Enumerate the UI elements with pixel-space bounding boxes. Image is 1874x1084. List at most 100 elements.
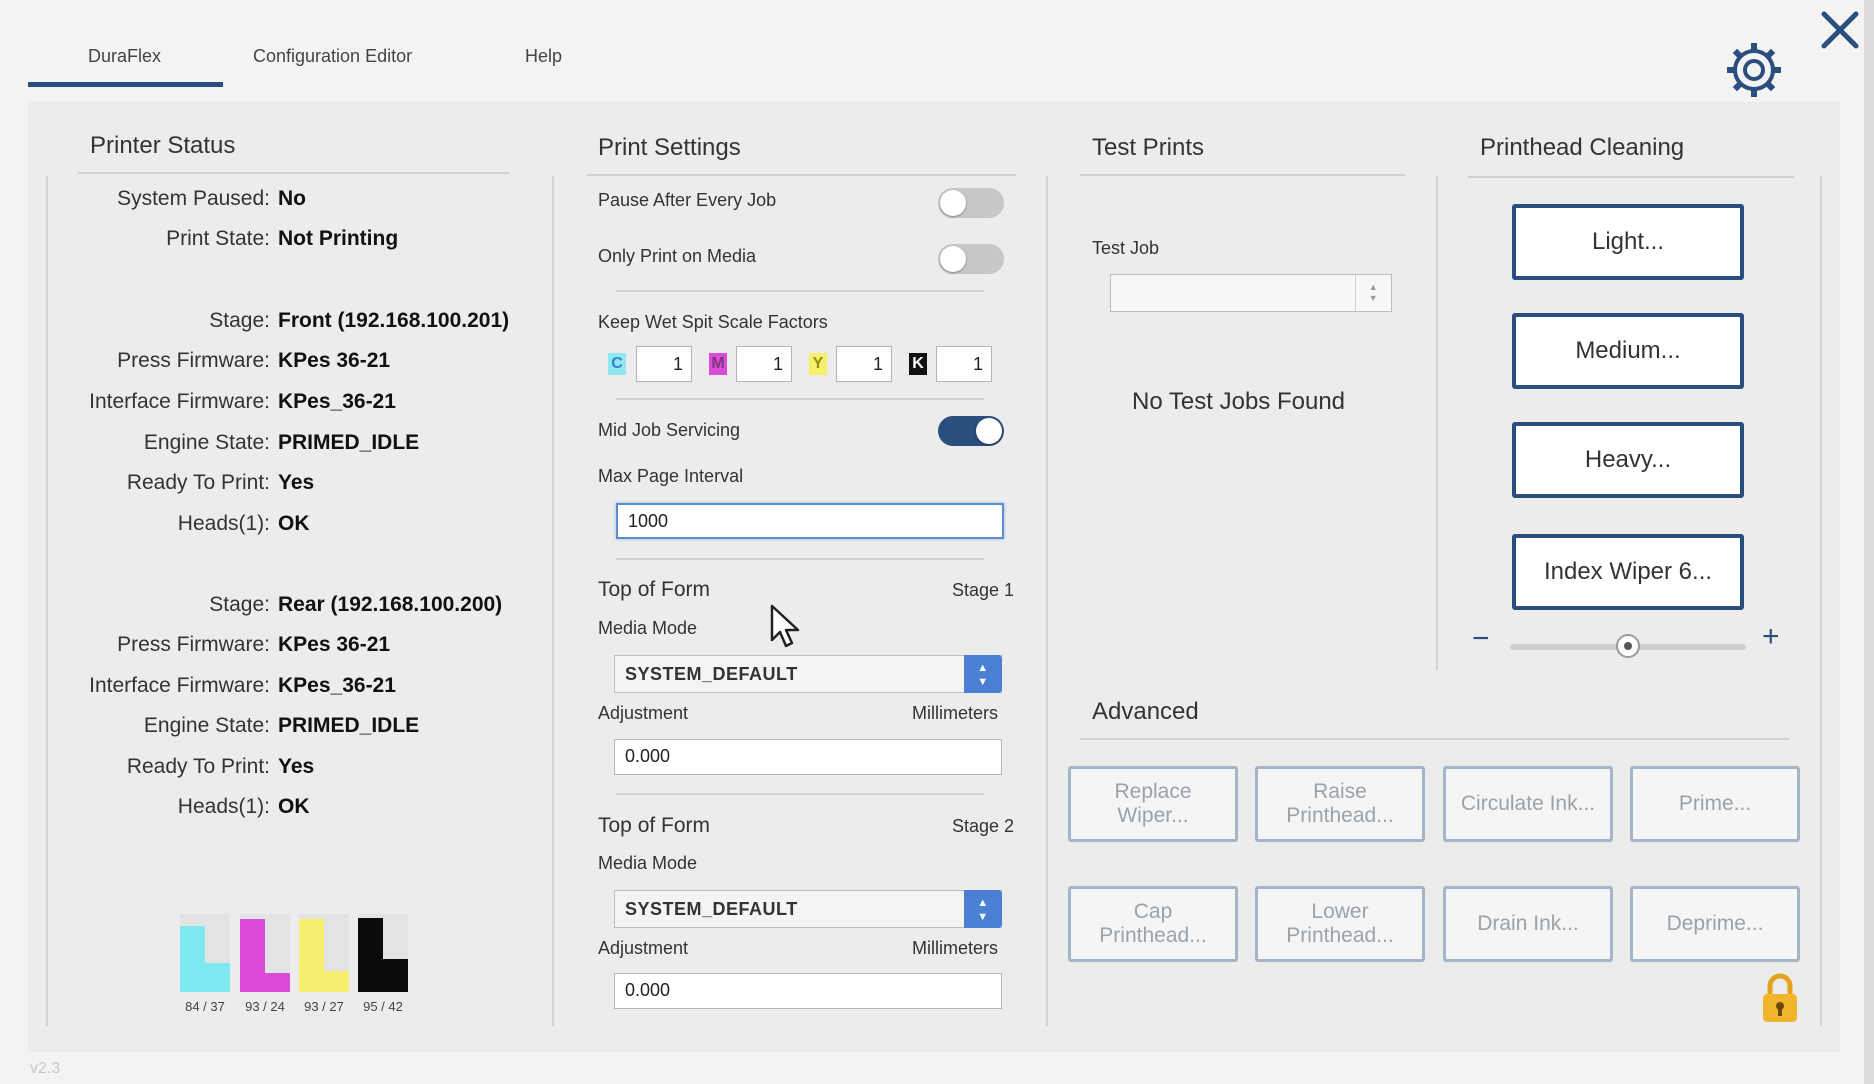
divider bbox=[616, 793, 984, 795]
media-mode-select-stage-2[interactable]: SYSTEM_DEFAULT ▲ ▼ bbox=[614, 890, 1002, 928]
lower-printhead-button[interactable]: Lower Printhead... bbox=[1255, 886, 1425, 962]
spit-factor-black-input[interactable]: 1 bbox=[936, 346, 992, 382]
minus-icon[interactable]: − bbox=[1472, 622, 1490, 656]
status-value: PRIMED_IDLE bbox=[278, 431, 420, 454]
medium-clean-button[interactable]: Medium... bbox=[1512, 313, 1744, 389]
light-clean-button[interactable]: Light... bbox=[1512, 204, 1744, 280]
spit-factor-magenta-input[interactable]: 1 bbox=[736, 346, 792, 382]
toggle-knob bbox=[976, 418, 1002, 444]
button-label-line: Prime... bbox=[1678, 792, 1752, 815]
status-label: System Paused: bbox=[117, 187, 270, 210]
only-print-on-media-label: Only Print on Media bbox=[598, 246, 757, 266]
status-label: Press Firmware: bbox=[117, 349, 270, 372]
button-label-line: Circulate Ink... bbox=[1460, 792, 1596, 815]
close-icon[interactable] bbox=[1816, 6, 1864, 54]
divider bbox=[616, 290, 984, 292]
cap-printhead-button[interactable]: Cap Printhead... bbox=[1068, 886, 1238, 962]
divider bbox=[1080, 174, 1406, 176]
chip-black: K bbox=[909, 353, 927, 375]
status-label: Interface Firmware: bbox=[89, 674, 270, 697]
circulate-ink-button[interactable]: Circulate Ink... bbox=[1443, 766, 1613, 842]
stage-2-label: Stage 2 bbox=[952, 816, 1015, 836]
active-tab-indicator bbox=[28, 82, 223, 87]
deprime-button[interactable]: Deprime... bbox=[1630, 886, 1800, 962]
heavy-clean-button[interactable]: Heavy... bbox=[1512, 422, 1744, 498]
test-prints-title: Test Prints bbox=[1092, 134, 1205, 161]
replace-wiper-button[interactable]: Replace Wiper... bbox=[1068, 766, 1238, 842]
divider bbox=[616, 558, 984, 560]
adjustment-input-stage-1[interactable]: 0.000 bbox=[614, 739, 1002, 775]
media-mode-label-stage-1: Media Mode bbox=[598, 618, 698, 638]
chip-yellow: Y bbox=[809, 353, 827, 375]
status-label: Engine State: bbox=[143, 714, 270, 737]
tab-configuration-editor[interactable]: Configuration Editor bbox=[253, 46, 412, 67]
button-label-line: Deprime... bbox=[1666, 912, 1764, 935]
advanced-title: Advanced bbox=[1092, 698, 1199, 725]
divider bbox=[1046, 176, 1048, 1026]
pause-after-every-job-toggle[interactable] bbox=[938, 188, 1004, 218]
version-label: v2.3 bbox=[30, 1060, 61, 1077]
spit-factor-cyan-input[interactable]: 1 bbox=[636, 346, 692, 382]
status-value: KPes 36-21 bbox=[278, 633, 391, 656]
adjustment-label-stage-2: Adjustment bbox=[598, 938, 689, 958]
button-label-line: Lower bbox=[1311, 900, 1369, 923]
test-job-label: Test Job bbox=[1092, 238, 1160, 258]
print-settings-title: Print Settings bbox=[598, 134, 741, 161]
max-page-interval-input[interactable]: 1000 bbox=[616, 503, 1004, 539]
mid-job-servicing-label: Mid Job Servicing bbox=[598, 420, 741, 440]
gear-icon[interactable] bbox=[1726, 42, 1782, 98]
printhead-cleaning-title: Printhead Cleaning bbox=[1480, 134, 1685, 161]
tab-help[interactable]: Help bbox=[525, 46, 562, 67]
ink-caption: 93 / 27 bbox=[304, 999, 344, 1014]
millimeters-label-stage-1: Millimeters bbox=[912, 703, 999, 723]
status-value: OK bbox=[278, 512, 310, 535]
tab-duraflex[interactable]: DuraFlex bbox=[88, 46, 161, 67]
stage-1-label: Stage 1 bbox=[952, 580, 1015, 600]
divider bbox=[1080, 738, 1790, 740]
index-wiper-button[interactable]: Index Wiper 6... bbox=[1512, 534, 1744, 610]
status-value: KPes 36-21 bbox=[278, 349, 391, 372]
plus-icon[interactable]: + bbox=[1762, 620, 1780, 654]
status-value: KPes_36-21 bbox=[278, 390, 396, 413]
status-value: Rear (192.168.100.200) bbox=[278, 593, 503, 616]
media-mode-value: SYSTEM_DEFAULT bbox=[625, 899, 798, 919]
status-label: Ready To Print: bbox=[126, 755, 270, 778]
cleaning-slider-handle[interactable] bbox=[1616, 634, 1640, 658]
media-mode-label-stage-2: Media Mode bbox=[598, 853, 698, 873]
status-label: Print State: bbox=[166, 227, 270, 250]
status-value: Yes bbox=[278, 755, 315, 778]
media-mode-select-stage-1[interactable]: SYSTEM_DEFAULT ▲ ▼ bbox=[614, 655, 1002, 693]
chevron-updown-icon: ▲ ▼ bbox=[964, 655, 1002, 693]
chevron-updown-icon: ▲ ▼ bbox=[1355, 275, 1391, 311]
prime-button[interactable]: Prime... bbox=[1630, 766, 1800, 842]
ink-fill-rear bbox=[383, 959, 408, 992]
button-label-line: Wiper... bbox=[1117, 804, 1189, 827]
button-label-line: Printhead... bbox=[1286, 924, 1394, 947]
max-page-interval-label: Max Page Interval bbox=[598, 466, 744, 486]
chip-magenta: M bbox=[709, 353, 727, 375]
media-mode-value: SYSTEM_DEFAULT bbox=[625, 664, 798, 684]
status-value: OK bbox=[278, 795, 310, 818]
ink-bar-yellow bbox=[299, 914, 349, 992]
window-edge bbox=[1864, 0, 1874, 1084]
status-label: Heads(1): bbox=[177, 795, 270, 818]
ink-fill-rear bbox=[265, 973, 290, 992]
adjustment-input-stage-2[interactable]: 0.000 bbox=[614, 973, 1002, 1009]
test-job-select[interactable]: ▲ ▼ bbox=[1110, 274, 1392, 312]
divider bbox=[586, 174, 1016, 176]
lock-icon[interactable] bbox=[1760, 972, 1800, 1024]
only-print-on-media-toggle[interactable] bbox=[938, 244, 1004, 274]
ink-caption: 84 / 37 bbox=[185, 999, 225, 1014]
drain-ink-button[interactable]: Drain Ink... bbox=[1443, 886, 1613, 962]
keep-wet-spit-label: Keep Wet Spit Scale Factors bbox=[598, 312, 828, 332]
spit-factor-yellow-input[interactable]: 1 bbox=[836, 346, 892, 382]
divider bbox=[552, 176, 554, 1026]
ink-fill-front bbox=[358, 918, 383, 992]
status-value: Yes bbox=[278, 471, 315, 494]
chevron-updown-icon: ▲ ▼ bbox=[964, 890, 1002, 928]
mouse-cursor-icon bbox=[770, 604, 800, 648]
button-label-line: Drain Ink... bbox=[1477, 912, 1579, 935]
raise-printhead-button[interactable]: Raise Printhead... bbox=[1255, 766, 1425, 842]
ink-fill-front bbox=[240, 919, 265, 992]
mid-job-servicing-toggle[interactable] bbox=[938, 416, 1004, 446]
